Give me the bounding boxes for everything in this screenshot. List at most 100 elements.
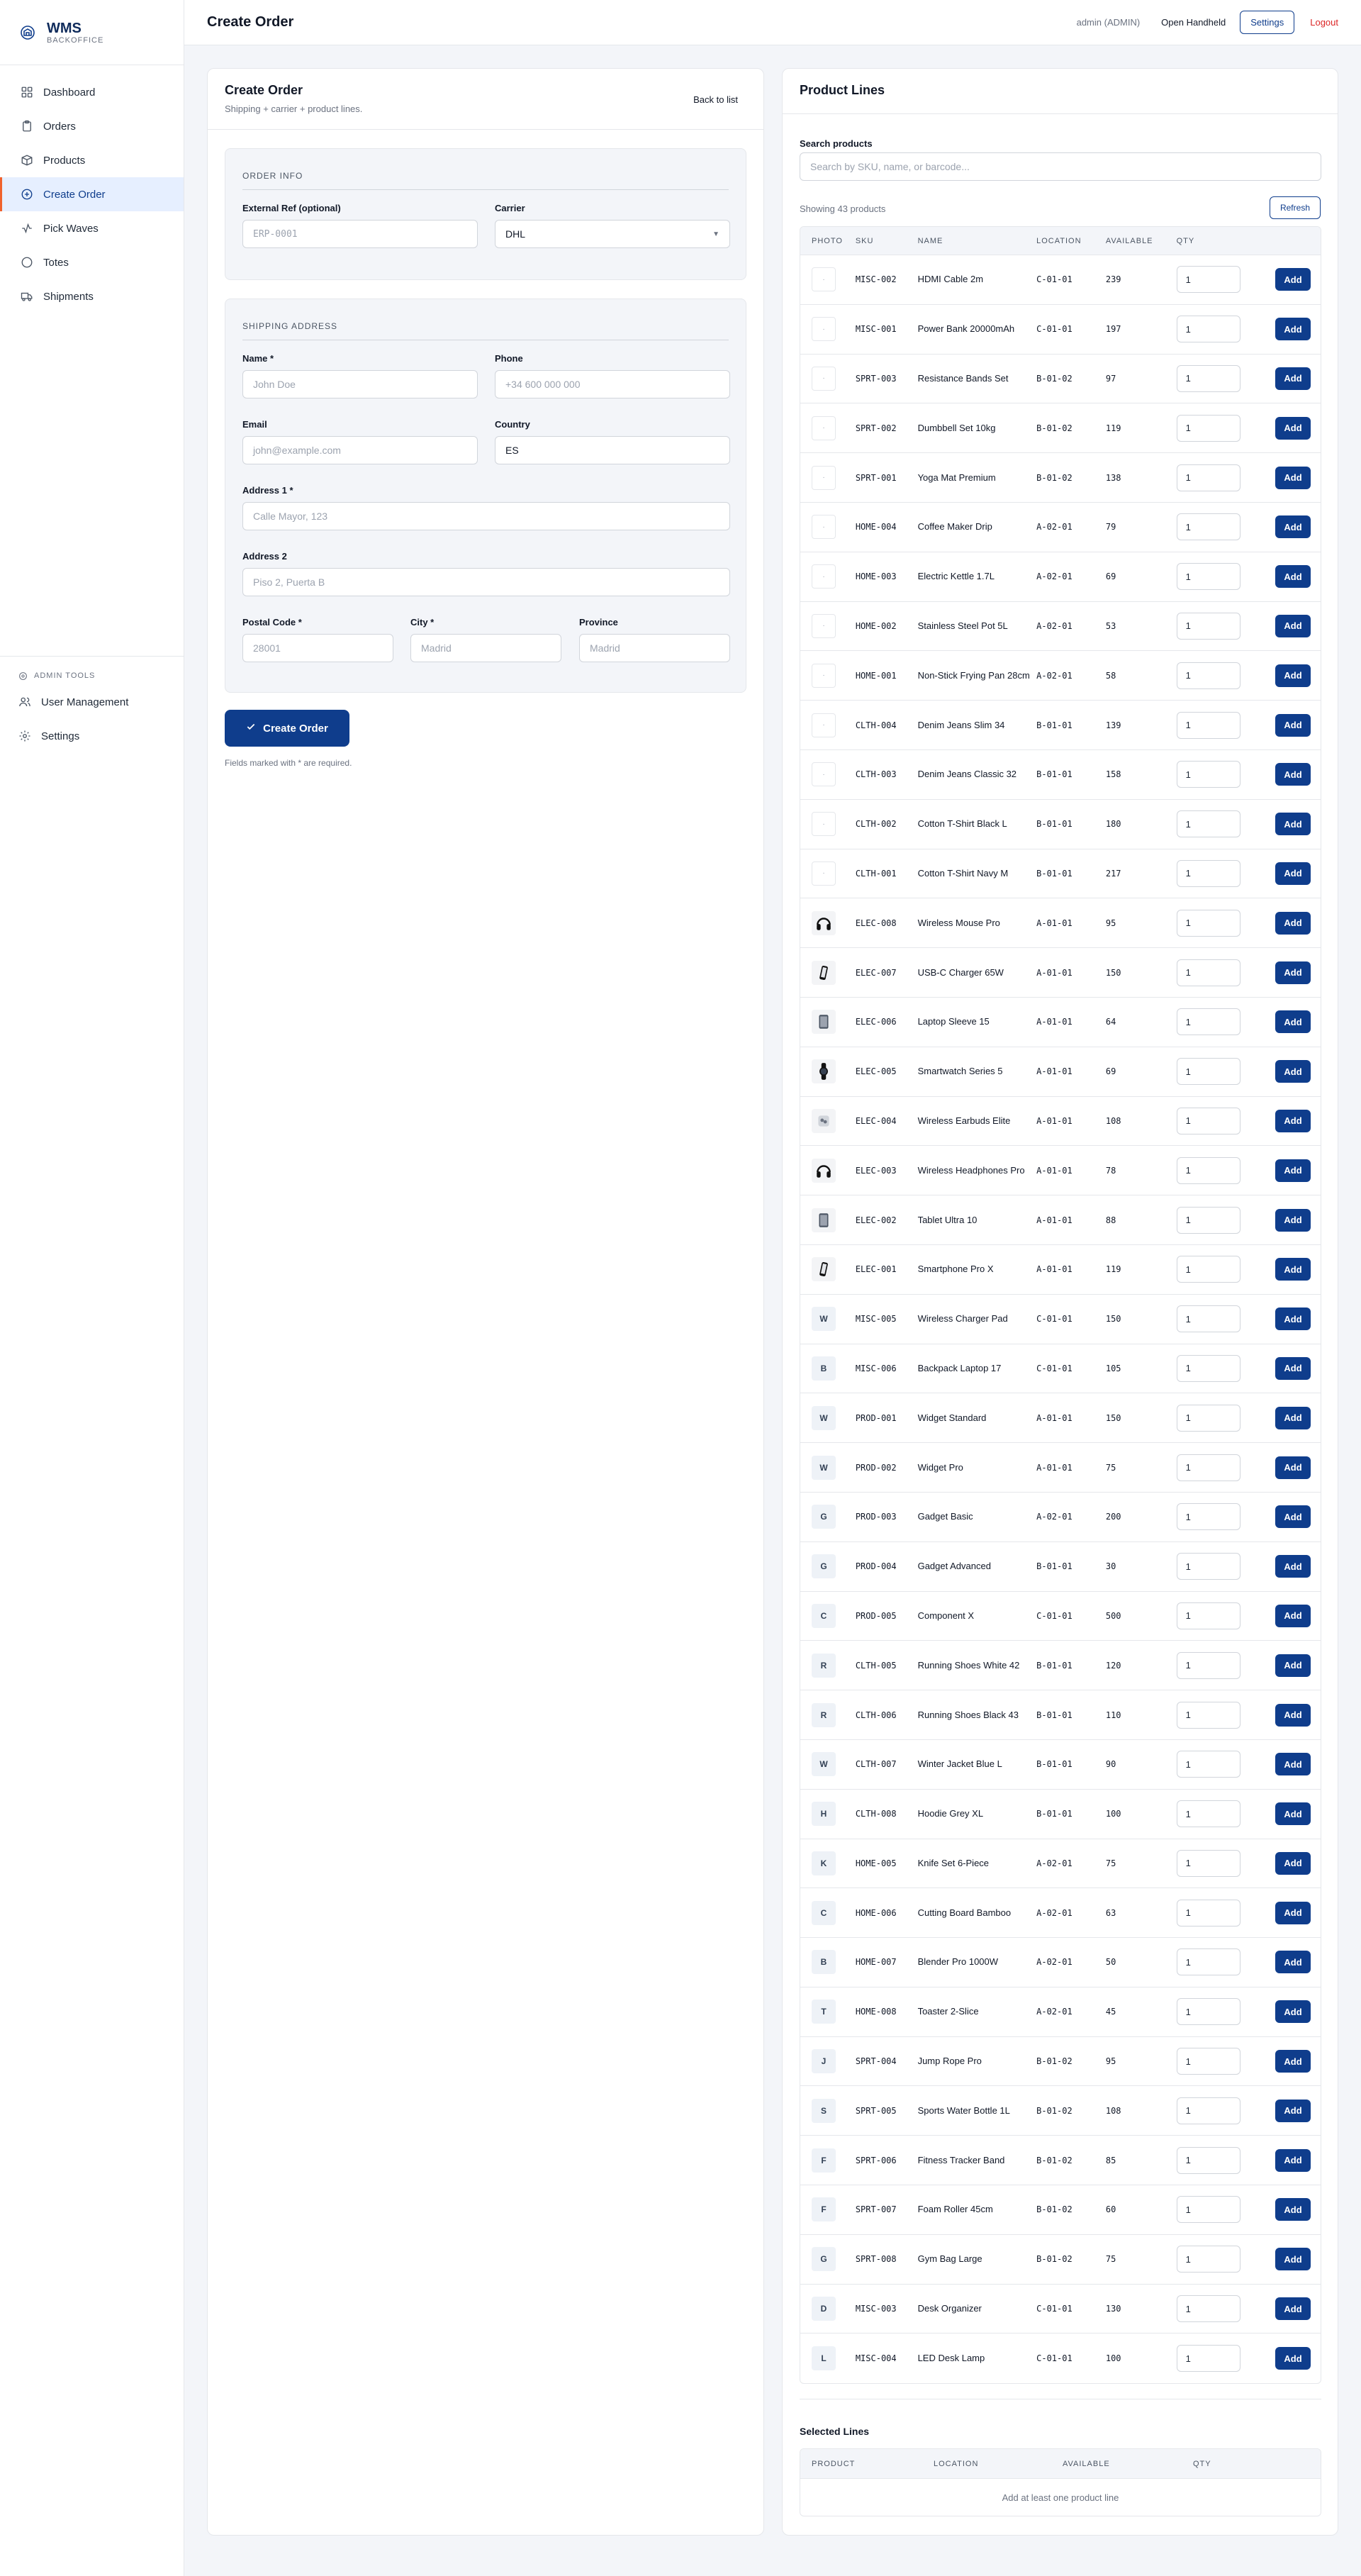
- quantity-input[interactable]: 1: [1176, 612, 1240, 640]
- quantity-input[interactable]: 1: [1176, 859, 1240, 887]
- quantity-input[interactable]: 1: [1176, 364, 1240, 392]
- province-input[interactable]: Madrid: [579, 634, 730, 662]
- add-product-button[interactable]: Add: [1275, 2297, 1311, 2321]
- quantity-input[interactable]: 1: [1176, 464, 1240, 491]
- quantity-input[interactable]: 1: [1176, 1751, 1240, 1778]
- quantity-input[interactable]: 1: [1176, 959, 1240, 986]
- quantity-input[interactable]: 1: [1176, 1206, 1240, 1234]
- quantity-input[interactable]: 1: [1176, 711, 1240, 739]
- quantity-input[interactable]: 1: [1176, 1701, 1240, 1729]
- add-product-button[interactable]: Add: [1275, 1406, 1311, 1429]
- quantity-input[interactable]: 1: [1176, 2246, 1240, 2273]
- add-product-button[interactable]: Add: [1275, 713, 1311, 737]
- email-input[interactable]: john@example.com: [242, 436, 478, 464]
- address1-input[interactable]: Calle Mayor, 123: [242, 502, 730, 530]
- add-product-button[interactable]: Add: [1275, 2000, 1311, 2024]
- quantity-input[interactable]: 1: [1176, 1156, 1240, 1184]
- quantity-input[interactable]: 1: [1176, 1503, 1240, 1531]
- quantity-input[interactable]: 1: [1176, 316, 1240, 343]
- add-product-button[interactable]: Add: [1275, 1208, 1311, 1232]
- search-input[interactable]: Search by SKU, name, or barcode...: [800, 152, 1321, 181]
- add-product-button[interactable]: Add: [1275, 1010, 1311, 1034]
- external-ref-input[interactable]: ERP-0001: [242, 220, 478, 248]
- quantity-input[interactable]: 1: [1176, 1058, 1240, 1086]
- postal-code-input[interactable]: 28001: [242, 634, 393, 662]
- add-product-button[interactable]: Add: [1275, 466, 1311, 489]
- add-product-button[interactable]: Add: [1275, 1703, 1311, 1727]
- add-product-button[interactable]: Add: [1275, 515, 1311, 539]
- add-product-button[interactable]: Add: [1275, 862, 1311, 885]
- add-product-button[interactable]: Add: [1275, 1951, 1311, 1974]
- add-product-button[interactable]: Add: [1275, 2198, 1311, 2221]
- add-product-button[interactable]: Add: [1275, 1307, 1311, 1331]
- sidebar-item-products[interactable]: Products: [0, 143, 184, 177]
- quantity-input[interactable]: 1: [1176, 2196, 1240, 2224]
- add-product-button[interactable]: Add: [1275, 1258, 1311, 1281]
- sidebar-item-dashboard[interactable]: Dashboard: [0, 75, 184, 109]
- add-product-button[interactable]: Add: [1275, 1555, 1311, 1578]
- quantity-input[interactable]: 1: [1176, 563, 1240, 591]
- sidebar-item-create-order[interactable]: Create Order: [0, 177, 184, 211]
- quantity-input[interactable]: 1: [1176, 2295, 1240, 2323]
- add-product-button[interactable]: Add: [1275, 1654, 1311, 1677]
- quantity-input[interactable]: 1: [1176, 662, 1240, 689]
- refresh-button[interactable]: Refresh: [1269, 196, 1321, 219]
- add-product-button[interactable]: Add: [1275, 1456, 1311, 1479]
- add-product-button[interactable]: Add: [1275, 416, 1311, 440]
- quantity-input[interactable]: 1: [1176, 2097, 1240, 2124]
- add-product-button[interactable]: Add: [1275, 367, 1311, 390]
- add-product-button[interactable]: Add: [1275, 1109, 1311, 1132]
- sidebar-item-settings[interactable]: Settings: [0, 719, 184, 753]
- quantity-input[interactable]: 1: [1176, 1107, 1240, 1134]
- add-product-button[interactable]: Add: [1275, 961, 1311, 984]
- sidebar-item-pick-waves[interactable]: Pick Waves: [0, 211, 184, 245]
- address2-input[interactable]: Piso 2, Puerta B: [242, 568, 730, 596]
- quantity-input[interactable]: 1: [1176, 1404, 1240, 1432]
- quantity-input[interactable]: 1: [1176, 1305, 1240, 1333]
- add-product-button[interactable]: Add: [1275, 614, 1311, 637]
- quantity-input[interactable]: 1: [1176, 266, 1240, 294]
- open-handheld-link[interactable]: Open Handheld: [1161, 17, 1226, 28]
- add-product-button[interactable]: Add: [1275, 2099, 1311, 2122]
- name-input[interactable]: John Doe: [242, 370, 478, 398]
- quantity-input[interactable]: 1: [1176, 1651, 1240, 1679]
- add-product-button[interactable]: Add: [1275, 763, 1311, 786]
- add-product-button[interactable]: Add: [1275, 1159, 1311, 1182]
- quantity-input[interactable]: 1: [1176, 2345, 1240, 2373]
- phone-input[interactable]: +34 600 000 000: [495, 370, 730, 398]
- quantity-input[interactable]: 1: [1176, 1849, 1240, 1877]
- quantity-input[interactable]: 1: [1176, 1602, 1240, 1629]
- quantity-input[interactable]: 1: [1176, 1998, 1240, 2026]
- quantity-input[interactable]: 1: [1176, 909, 1240, 937]
- sidebar-item-orders[interactable]: Orders: [0, 109, 184, 143]
- quantity-input[interactable]: 1: [1176, 513, 1240, 541]
- sidebar-item-shipments[interactable]: Shipments: [0, 279, 184, 313]
- add-product-button[interactable]: Add: [1275, 268, 1311, 291]
- add-product-button[interactable]: Add: [1275, 2050, 1311, 2073]
- quantity-input[interactable]: 1: [1176, 761, 1240, 788]
- quantity-input[interactable]: 1: [1176, 414, 1240, 442]
- add-product-button[interactable]: Add: [1275, 1356, 1311, 1380]
- add-product-button[interactable]: Add: [1275, 1753, 1311, 1776]
- carrier-select[interactable]: DHL ▼: [495, 220, 730, 248]
- add-product-button[interactable]: Add: [1275, 2148, 1311, 2172]
- quantity-input[interactable]: 1: [1176, 2048, 1240, 2075]
- city-input[interactable]: Madrid: [410, 634, 561, 662]
- quantity-input[interactable]: 1: [1176, 810, 1240, 838]
- add-product-button[interactable]: Add: [1275, 2248, 1311, 2271]
- quantity-input[interactable]: 1: [1176, 1256, 1240, 1283]
- quantity-input[interactable]: 1: [1176, 1454, 1240, 1481]
- quantity-input[interactable]: 1: [1176, 1800, 1240, 1828]
- add-product-button[interactable]: Add: [1275, 565, 1311, 589]
- add-product-button[interactable]: Add: [1275, 2347, 1311, 2370]
- brand[interactable]: WMS BACKOFFICE: [0, 0, 184, 65]
- add-product-button[interactable]: Add: [1275, 1505, 1311, 1529]
- create-order-button[interactable]: Create Order: [225, 710, 349, 747]
- add-product-button[interactable]: Add: [1275, 1802, 1311, 1826]
- add-product-button[interactable]: Add: [1275, 1851, 1311, 1875]
- add-product-button[interactable]: Add: [1275, 664, 1311, 687]
- add-product-button[interactable]: Add: [1275, 318, 1311, 341]
- logout-link[interactable]: Logout: [1310, 17, 1338, 28]
- add-product-button[interactable]: Add: [1275, 1604, 1311, 1627]
- sidebar-item-totes[interactable]: Totes: [0, 245, 184, 279]
